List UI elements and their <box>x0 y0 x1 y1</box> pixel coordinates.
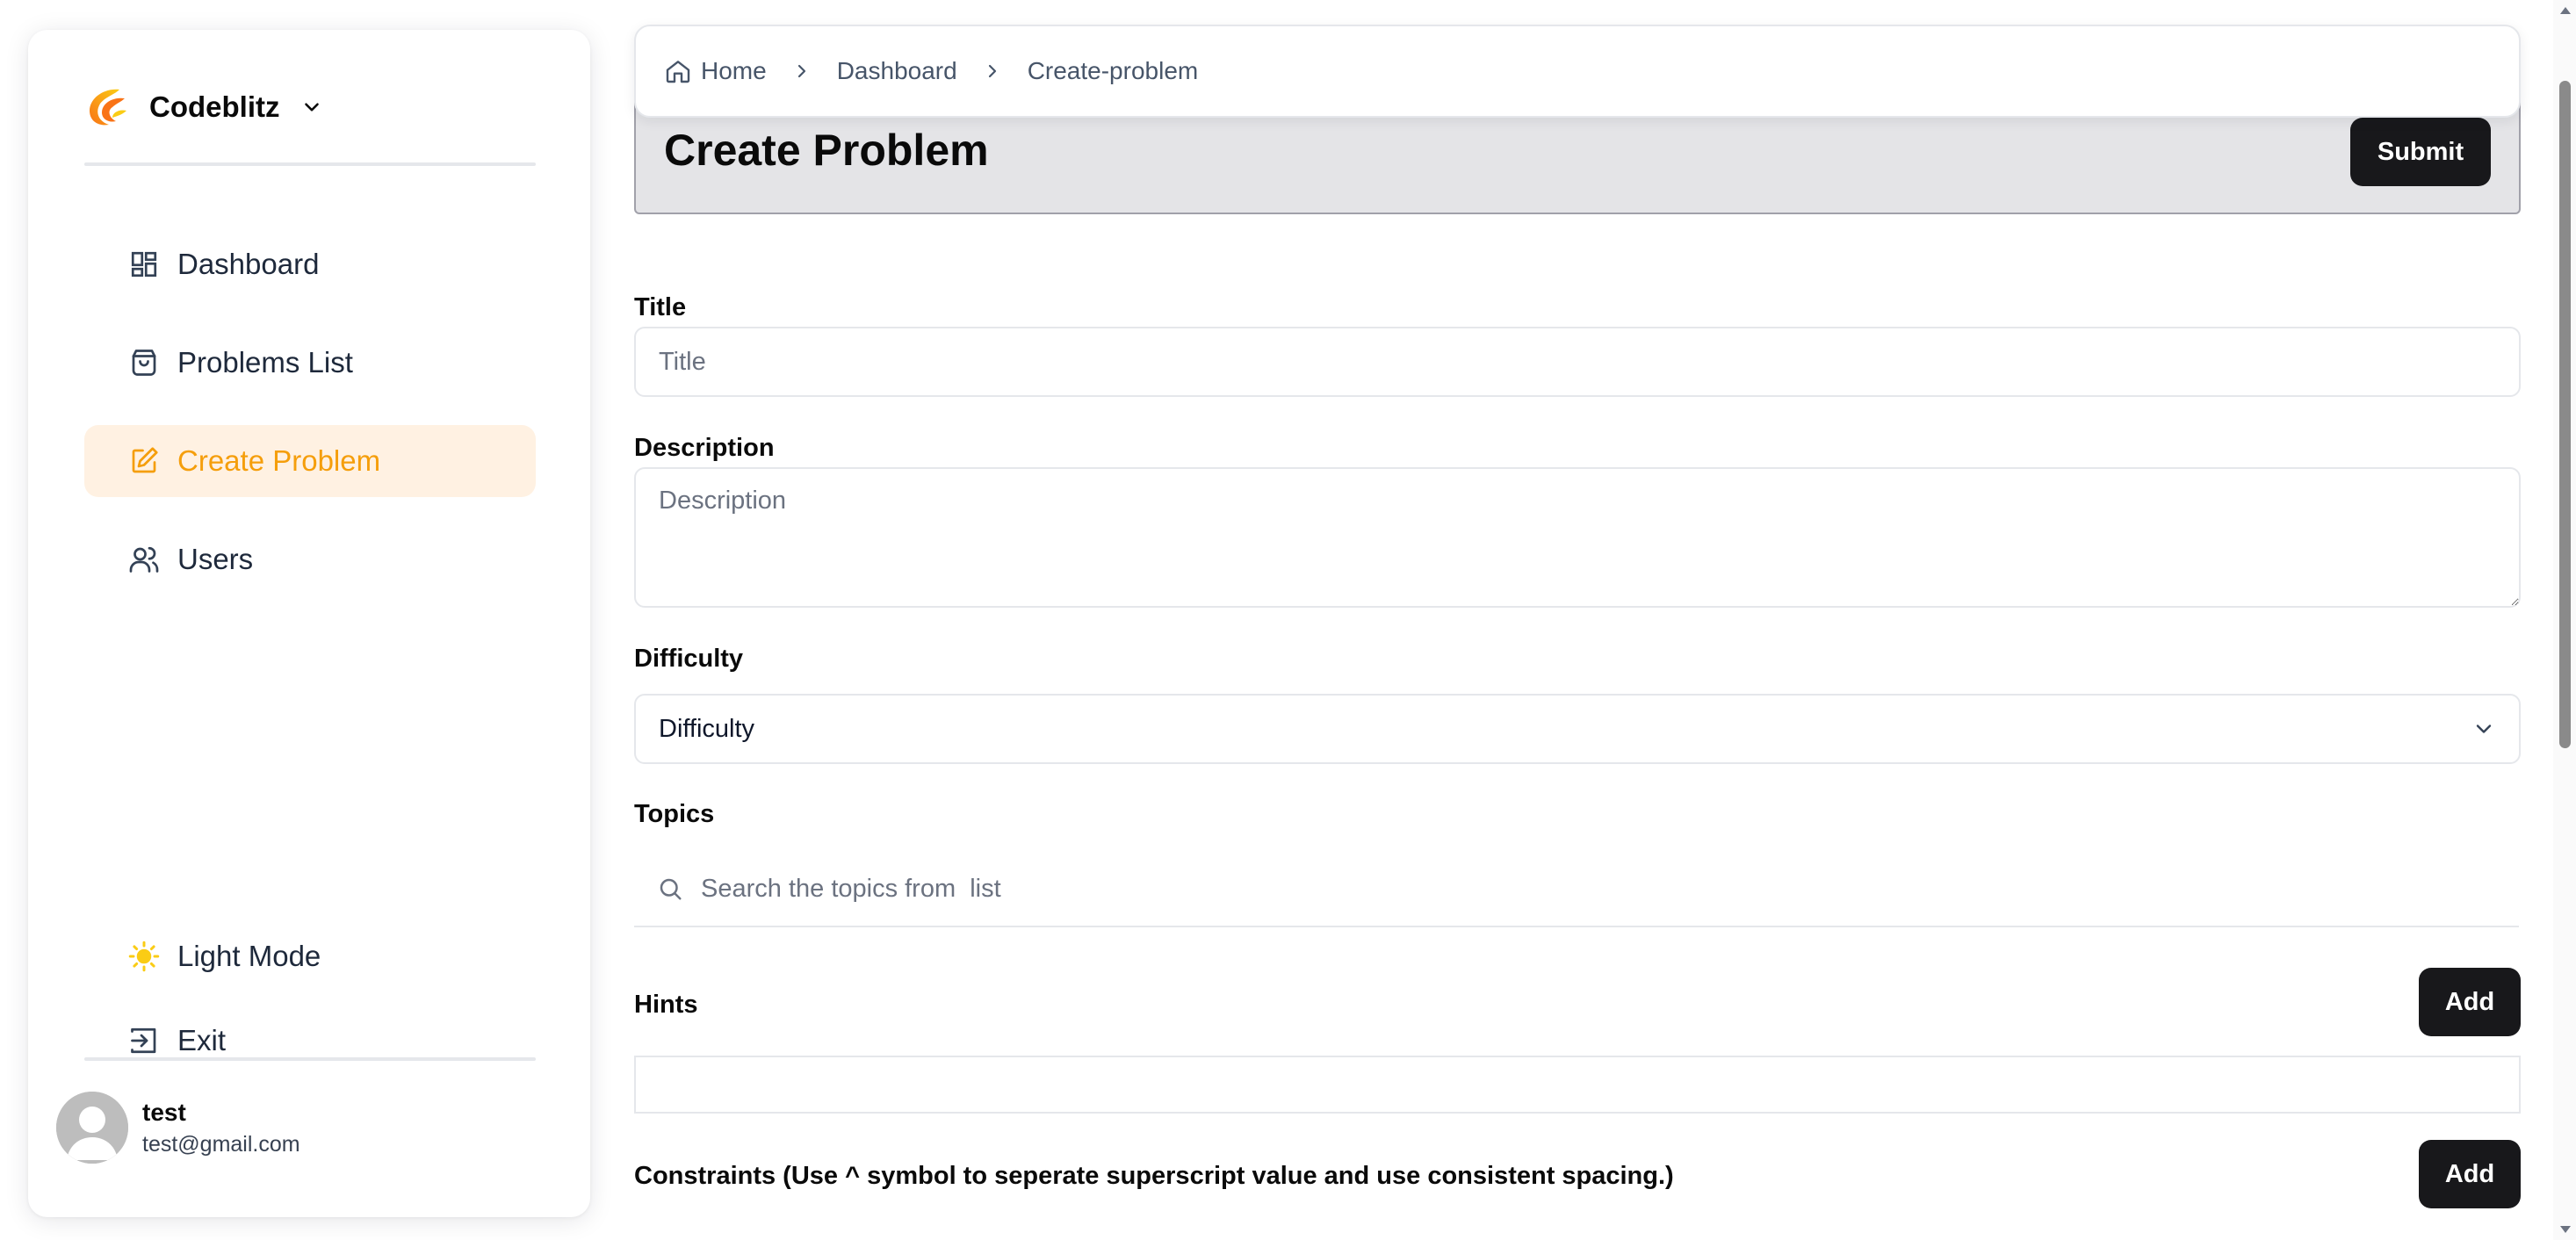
scrollbar-thumb[interactable] <box>2559 81 2571 748</box>
chevron-down-icon <box>2476 725 2492 733</box>
breadcrumb-current: Create-problem <box>1027 57 1199 84</box>
exit-label: Exit <box>177 1024 227 1056</box>
brand-name: Codeblitz <box>149 90 280 123</box>
sidebar-item-users[interactable]: Users <box>84 523 536 595</box>
user-profile[interactable]: test test@gmail.com <box>56 1092 300 1164</box>
topics-label: Topics <box>634 800 715 828</box>
sidebar-item-label: Create Problem <box>177 444 381 477</box>
sidebar-divider <box>84 162 536 166</box>
search-icon <box>660 878 682 900</box>
hints-list[interactable] <box>634 1056 2521 1114</box>
light-mode-toggle[interactable]: Light Mode <box>84 920 536 992</box>
user-name: test <box>142 1098 186 1126</box>
submit-button[interactable]: Submit <box>2350 118 2491 186</box>
breadcrumb-home[interactable]: Home <box>664 57 767 85</box>
hints-label: Hints <box>634 991 698 1019</box>
log-out-icon <box>131 1027 156 1054</box>
chevron-right-icon <box>988 64 996 78</box>
chevron-down-icon <box>305 103 320 112</box>
difficulty-selected-value: Difficulty <box>659 714 755 743</box>
light-mode-label: Light Mode <box>177 940 321 972</box>
scroll-down-icon[interactable] <box>2560 1226 2571 1233</box>
breadcrumb-dashboard[interactable]: Dashboard <box>837 57 957 85</box>
sidebar-item-dashboard[interactable]: Dashboard <box>84 228 536 300</box>
user-email: test@gmail.com <box>142 1131 300 1157</box>
users-icon <box>129 546 159 573</box>
page-title: Create Problem <box>664 126 989 175</box>
shopping-bag-icon <box>132 350 156 376</box>
sidebar-item-problems-list[interactable]: Problems List <box>84 327 536 399</box>
sidebar-item-label: Problems List <box>177 346 353 378</box>
exit-button[interactable]: Exit <box>84 1005 536 1077</box>
workspace-switcher[interactable]: Codeblitz <box>84 84 323 130</box>
add-hint-button[interactable]: Add <box>2419 968 2521 1036</box>
title-label: Title <box>634 293 687 321</box>
sidebar-item-label: Users <box>177 543 254 575</box>
add-constraint-button[interactable]: Add <box>2419 1140 2521 1208</box>
page-scrollbar[interactable] <box>2553 0 2576 1240</box>
breadcrumb-home-label: Home <box>701 57 767 84</box>
home-icon <box>666 61 690 83</box>
topics-search-input[interactable] <box>699 873 2371 905</box>
chevron-right-icon <box>797 64 805 78</box>
sidebar-item-create-problem[interactable]: Create Problem <box>84 425 536 497</box>
title-input[interactable] <box>634 327 2521 397</box>
topics-search <box>634 852 2519 927</box>
difficulty-select[interactable]: Difficulty <box>634 694 2521 764</box>
avatar <box>56 1092 128 1164</box>
breadcrumb: Home Dashboard Create-problem <box>634 25 2521 118</box>
user-avatar-icon <box>56 1092 128 1164</box>
sun-icon <box>128 941 160 972</box>
description-label: Description <box>634 434 775 462</box>
codeblitz-logo-icon <box>90 89 126 126</box>
description-textarea[interactable] <box>634 467 2521 608</box>
sidebar-divider <box>84 1057 536 1061</box>
sidebar-item-label: Dashboard <box>177 248 320 280</box>
constraints-label: Constraints (Use ^ symbol to seperate su… <box>634 1162 1674 1190</box>
dashboard-icon <box>131 251 157 278</box>
sidebar: Codeblitz Dashboard Problems List Create… <box>28 30 590 1217</box>
edit-square-icon <box>132 447 158 473</box>
difficulty-label: Difficulty <box>634 645 744 673</box>
scroll-up-icon[interactable] <box>2560 7 2571 14</box>
